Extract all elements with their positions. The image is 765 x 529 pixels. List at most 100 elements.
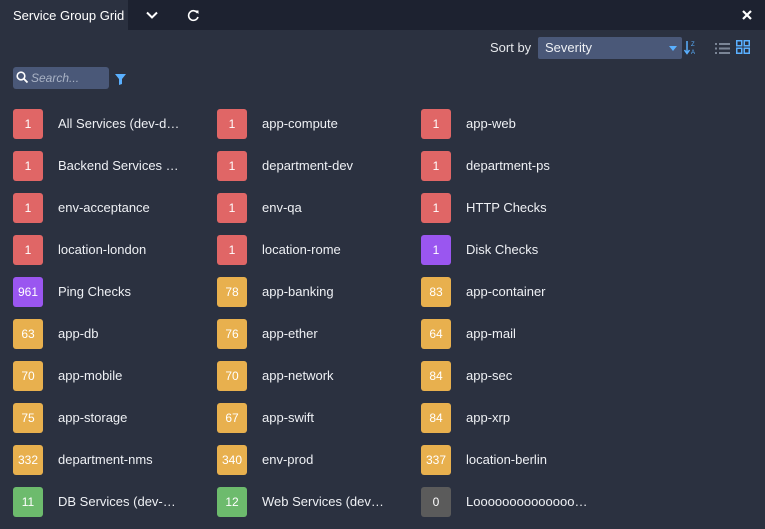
service-group-name: All Services (dev-do… <box>58 116 180 131</box>
count-badge: 1 <box>217 235 247 265</box>
service-group-tile[interactable]: 11 DB Services (dev-d… <box>13 487 217 529</box>
count-badge: 1 <box>13 109 43 139</box>
count-badge: 961 <box>13 277 43 307</box>
close-icon[interactable] <box>732 0 762 30</box>
svg-text:A: A <box>691 50 695 55</box>
service-group-name: DB Services (dev-d… <box>58 494 180 509</box>
service-group-name: app-storage <box>58 410 128 425</box>
count-badge: 1 <box>217 193 247 223</box>
svg-text:Z: Z <box>691 42 695 48</box>
sort-by-label: Sort by <box>490 40 532 55</box>
count-badge: 70 <box>13 361 43 391</box>
service-group-name: app-sec <box>466 368 513 383</box>
service-group-tile[interactable]: 1 department-ps <box>421 151 625 193</box>
service-group-tile[interactable]: 64 app-mail <box>421 319 625 361</box>
count-badge: 67 <box>217 403 247 433</box>
search-icon <box>16 71 29 89</box>
count-badge: 11 <box>13 487 43 517</box>
count-badge: 64 <box>421 319 451 349</box>
service-group-tile[interactable]: 337 location-berlin <box>421 445 625 487</box>
service-group-tile[interactable]: 332 department-nms <box>13 445 217 487</box>
service-group-name: location-berlin <box>466 452 547 467</box>
count-badge: 337 <box>421 445 451 475</box>
count-badge: 1 <box>421 109 451 139</box>
service-group-name: Disk Checks <box>466 242 539 257</box>
sort-select-value: Severity <box>545 40 592 55</box>
service-group-tile[interactable]: 0 Looooooooooooooo… <box>421 487 625 529</box>
title-bar: Service Group Grid <box>0 0 765 30</box>
service-group-tile[interactable]: 1 app-compute <box>217 109 421 151</box>
service-group-tile[interactable]: 70 app-network <box>217 361 421 403</box>
count-badge: 1 <box>421 235 451 265</box>
service-group-tile[interactable]: 1 app-web <box>421 109 625 151</box>
service-group-tile[interactable]: 1 env-acceptance <box>13 193 217 235</box>
service-group-name: Ping Checks <box>58 284 131 299</box>
service-group-grid: 1 All Services (dev-do… 1 app-compute 1 app-w… <box>13 109 625 529</box>
service-group-name: Web Services (dev-… <box>262 494 384 509</box>
service-group-tile[interactable]: 75 app-storage <box>13 403 217 445</box>
service-group-tile[interactable]: 961 Ping Checks <box>13 277 217 319</box>
sort-select[interactable]: Severity <box>538 37 682 59</box>
service-group-tile[interactable]: 76 app-ether <box>217 319 421 361</box>
service-group-name: department-nms <box>58 452 153 467</box>
count-badge: 1 <box>217 109 247 139</box>
widget-title: Service Group Grid <box>13 7 125 23</box>
service-group-tile[interactable]: 1 location-rome <box>217 235 421 277</box>
service-group-tile[interactable]: 340 env-prod <box>217 445 421 487</box>
service-group-tile[interactable]: 78 app-banking <box>217 277 421 319</box>
count-badge: 0 <box>421 487 451 517</box>
count-badge: 332 <box>13 445 43 475</box>
service-group-tile[interactable]: 1 env-qa <box>217 193 421 235</box>
search-input[interactable] <box>31 67 105 89</box>
service-group-name: department-ps <box>466 158 550 173</box>
service-group-tile[interactable]: 70 app-mobile <box>13 361 217 403</box>
service-group-tile[interactable]: 1 location-london <box>13 235 217 277</box>
service-group-name: app-swift <box>262 410 315 425</box>
count-badge: 1 <box>13 235 43 265</box>
service-group-tile[interactable]: 12 Web Services (dev-… <box>217 487 421 529</box>
sort-descending-icon[interactable]: Z A <box>683 40 697 60</box>
service-group-name: app-xrp <box>466 410 511 425</box>
search-box[interactable] <box>13 67 109 89</box>
widget-title-tab[interactable]: Service Group Grid <box>0 0 128 30</box>
service-group-name: app-container <box>466 284 546 299</box>
service-group-name: Looooooooooooooo… <box>466 494 588 509</box>
count-badge: 78 <box>217 277 247 307</box>
count-badge: 76 <box>217 319 247 349</box>
service-group-tile[interactable]: 1 Disk Checks <box>421 235 625 277</box>
list-view-icon[interactable] <box>715 41 730 59</box>
count-badge: 1 <box>421 151 451 181</box>
count-badge: 83 <box>421 277 451 307</box>
service-group-name: env-acceptance <box>58 200 150 215</box>
service-group-name: HTTP Checks <box>466 200 547 215</box>
count-badge: 63 <box>13 319 43 349</box>
count-badge: 1 <box>13 193 43 223</box>
service-group-tile[interactable]: 1 All Services (dev-do… <box>13 109 217 151</box>
service-group-tile[interactable]: 83 app-container <box>421 277 625 319</box>
service-group-name: app-ether <box>262 326 318 341</box>
service-group-tile[interactable]: 1 department-dev <box>217 151 421 193</box>
service-group-tile[interactable]: 1 Backend Services (… <box>13 151 217 193</box>
service-group-name: location-rome <box>262 242 341 257</box>
service-group-name: app-mail <box>466 326 516 341</box>
service-group-tile[interactable]: 1 HTTP Checks <box>421 193 625 235</box>
service-group-tile[interactable]: 84 app-xrp <box>421 403 625 445</box>
grid-view-icon[interactable] <box>736 40 750 59</box>
filter-icon[interactable] <box>115 72 126 90</box>
count-badge: 1 <box>421 193 451 223</box>
count-badge: 340 <box>217 445 247 475</box>
chevron-down-icon[interactable] <box>137 0 167 30</box>
service-group-name: app-compute <box>262 116 338 131</box>
service-group-tile[interactable]: 67 app-swift <box>217 403 421 445</box>
count-badge: 1 <box>217 151 247 181</box>
service-group-tile[interactable]: 84 app-sec <box>421 361 625 403</box>
count-badge: 70 <box>217 361 247 391</box>
refresh-icon[interactable] <box>178 0 208 30</box>
service-group-tile[interactable]: 63 app-db <box>13 319 217 361</box>
service-group-name: department-dev <box>262 158 354 173</box>
count-badge: 75 <box>13 403 43 433</box>
caret-down-icon <box>669 46 677 51</box>
service-group-name: Backend Services (… <box>58 158 180 173</box>
count-badge: 84 <box>421 403 451 433</box>
service-group-name: app-network <box>262 368 334 383</box>
